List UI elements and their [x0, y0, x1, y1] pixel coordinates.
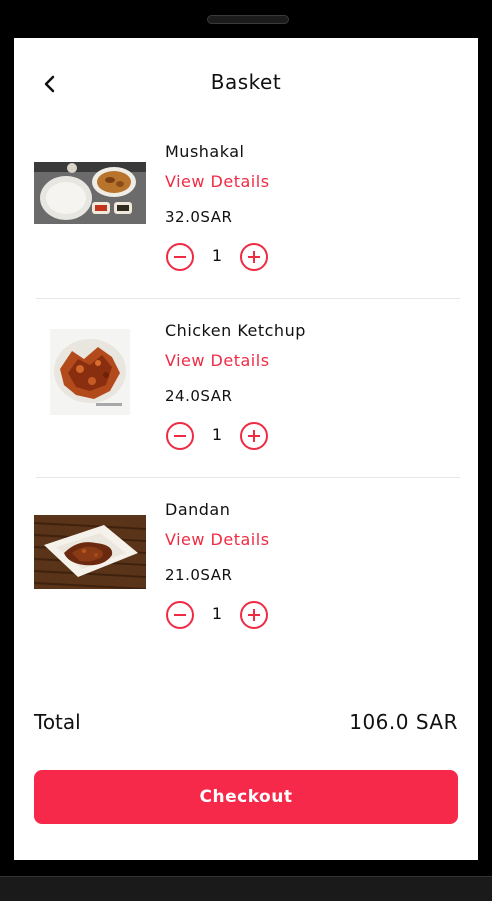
item-price: 21.0SAR [165, 566, 233, 584]
minus-circle-icon [166, 601, 194, 629]
quantity-stepper: 1 [165, 242, 275, 272]
header: Basket [14, 38, 478, 128]
plus-circle-icon [240, 601, 268, 629]
increment-button[interactable] [239, 600, 269, 630]
decrement-button[interactable] [165, 421, 195, 451]
decrement-button[interactable] [165, 600, 195, 630]
minus-circle-icon [166, 243, 194, 271]
basket-item-mushakal: Mushakal View Details 32.0SAR 1 [14, 142, 478, 312]
phone-speaker [207, 15, 289, 24]
item-name: Mushakal [165, 142, 245, 161]
quantity-value: 1 [211, 425, 223, 444]
total-label: Total [34, 710, 81, 734]
page-title: Basket [210, 70, 282, 94]
quantity-stepper: 1 [165, 421, 275, 451]
item-image-mushakal [34, 162, 146, 224]
item-image-dandan [34, 515, 146, 589]
plus-circle-icon [240, 243, 268, 271]
quantity-value: 1 [211, 246, 223, 265]
item-divider [36, 298, 460, 299]
view-details-link[interactable]: View Details [165, 172, 270, 191]
item-divider [36, 477, 460, 478]
decrement-button[interactable] [165, 242, 195, 272]
checkout-button[interactable]: Checkout [34, 770, 458, 824]
quantity-value: 1 [211, 604, 223, 623]
app-screen: Basket Mushakal View Details 32.0SAR 1 C… [14, 38, 478, 860]
item-name: Chicken Ketchup [165, 321, 306, 340]
basket-item-dandan: Dandan View Details 21.0SAR 1 [14, 500, 478, 670]
quantity-stepper: 1 [165, 600, 275, 630]
increment-button[interactable] [239, 242, 269, 272]
item-name: Dandan [165, 500, 231, 519]
basket-item-chicken-ketchup: Chicken Ketchup View Details 24.0SAR 1 [14, 321, 478, 491]
item-price: 32.0SAR [165, 208, 233, 226]
plus-circle-icon [240, 422, 268, 450]
minus-circle-icon [166, 422, 194, 450]
item-price: 24.0SAR [165, 387, 233, 405]
view-details-link[interactable]: View Details [165, 351, 270, 370]
total-value: 106.0 SAR [349, 710, 458, 734]
view-details-link[interactable]: View Details [165, 530, 270, 549]
phone-bottom-edge [0, 876, 492, 901]
item-image-chicken-ketchup [50, 329, 130, 415]
increment-button[interactable] [239, 421, 269, 451]
